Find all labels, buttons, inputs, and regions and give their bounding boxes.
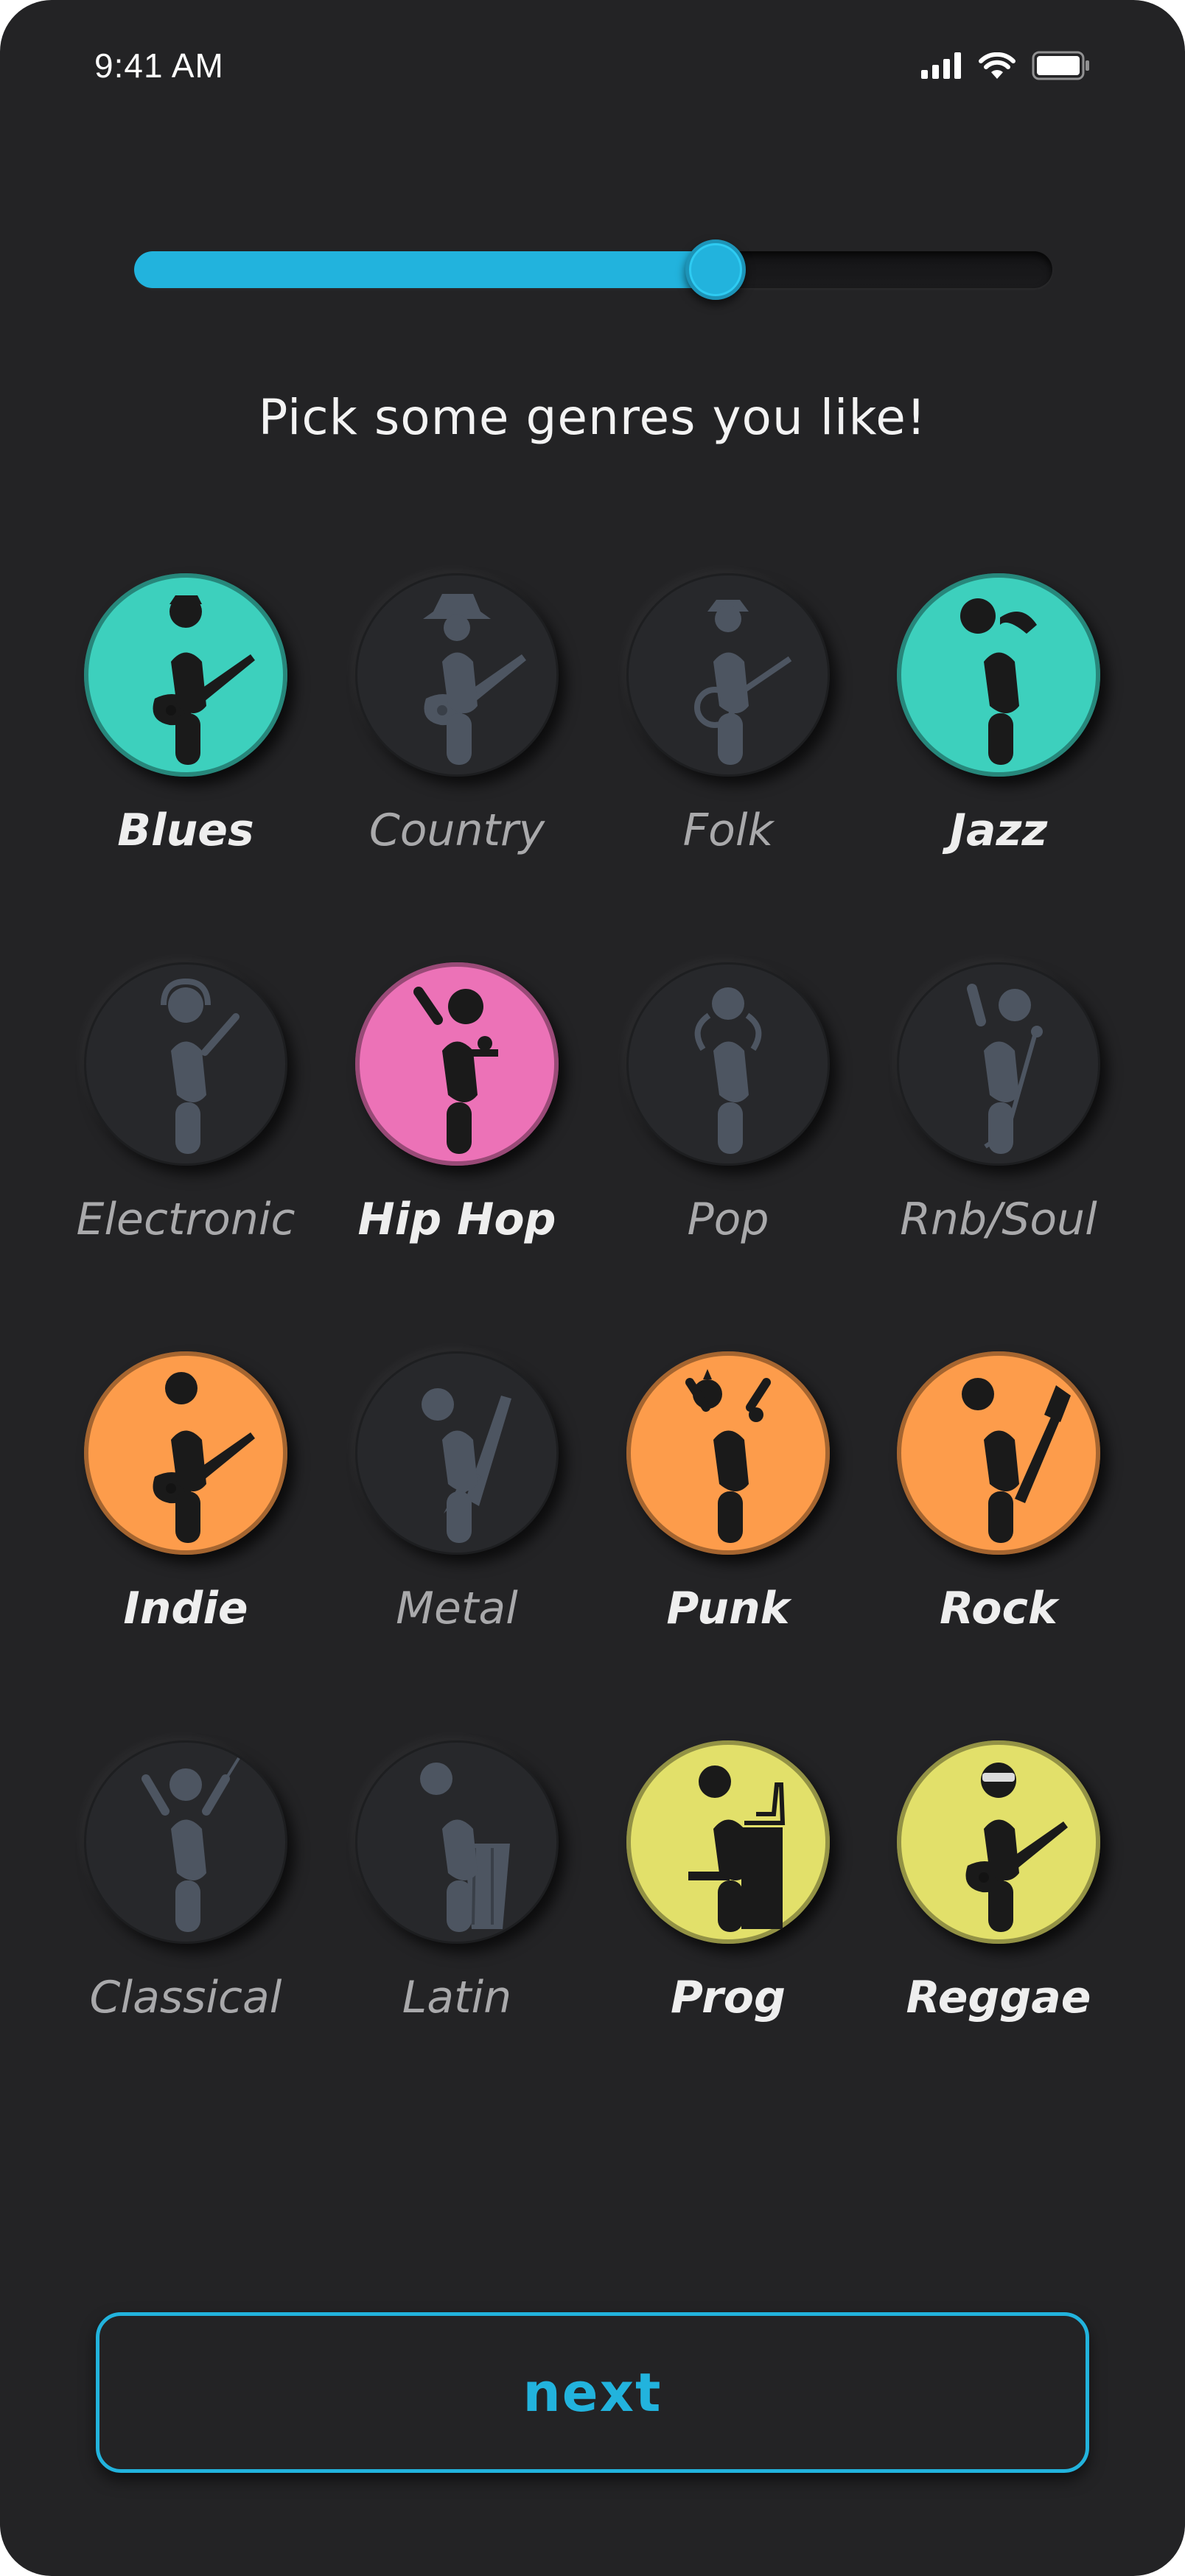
genre-circle[interactable]: [626, 573, 830, 777]
pop-singer-icon: [694, 987, 762, 1154]
genre-label: Punk: [666, 1583, 790, 1634]
genre-country-item[interactable]: Country: [346, 573, 567, 883]
cowboy-guitarist-icon: [423, 594, 526, 765]
genre-circle[interactable]: [355, 573, 559, 777]
banjo-player-icon: [694, 600, 792, 765]
genre-circle[interactable]: [84, 1351, 287, 1555]
genre-metal-item[interactable]: Metal: [346, 1351, 567, 1661]
progress-slider[interactable]: [134, 251, 1052, 288]
genre-prog-item[interactable]: Prog: [618, 1740, 839, 2050]
genre-latin-item[interactable]: Latin: [346, 1740, 567, 2050]
sunglasses-guitarist-icon: [965, 1763, 1068, 1932]
genre-label: Hip Hop: [357, 1194, 556, 1245]
genre-rnb-soul-item[interactable]: Rnb/Soul: [888, 962, 1109, 1272]
genre-circle[interactable]: [355, 962, 559, 1166]
genre-circle[interactable]: [626, 1740, 830, 1944]
genre-blues-item[interactable]: Blues: [75, 573, 296, 883]
genre-jazz-item[interactable]: Jazz: [888, 573, 1109, 883]
genre-electronic-item[interactable]: Electronic: [75, 962, 296, 1272]
genre-punk-item[interactable]: Punk: [618, 1351, 839, 1661]
dj-headphones-icon: [161, 978, 240, 1154]
page-title: Pick some genres you like!: [258, 389, 927, 446]
genre-circle[interactable]: [355, 1740, 559, 1944]
indie-guitarist-icon: [153, 1372, 255, 1543]
wifi-icon: [979, 52, 1016, 79]
genre-circle[interactable]: [626, 1351, 830, 1555]
genre-label: Indie: [123, 1583, 248, 1634]
genre-label: Blues: [117, 805, 254, 856]
guitarist-icon: [153, 595, 255, 765]
progress-fill: [134, 251, 721, 288]
genre-label: Metal: [396, 1583, 518, 1634]
genre-circle[interactable]: [626, 962, 830, 1166]
genre-circle[interactable]: [897, 573, 1100, 777]
genre-label: Country: [368, 805, 545, 856]
genre-label: Pop: [687, 1194, 769, 1245]
genre-circle[interactable]: [897, 1351, 1100, 1555]
genre-label: Classical: [89, 1972, 282, 2023]
genre-label: Reggae: [906, 1972, 1091, 2023]
genre-label: Electronic: [76, 1194, 296, 1245]
rapper-icon: [413, 987, 498, 1154]
next-button[interactable]: next: [96, 2312, 1089, 2473]
genre-label: Jazz: [949, 805, 1048, 856]
genre-pop-item[interactable]: Pop: [618, 962, 839, 1272]
genre-circle[interactable]: [84, 962, 287, 1166]
genre-circle[interactable]: [355, 1351, 559, 1555]
status-icons: [921, 47, 1091, 84]
genre-label: Latin: [402, 1972, 512, 2023]
genre-classical-item[interactable]: Classical: [75, 1740, 296, 2050]
genre-circle[interactable]: [84, 1740, 287, 1944]
genre-folk-item[interactable]: Folk: [618, 573, 839, 883]
genre-label: Rnb/Soul: [900, 1194, 1097, 1245]
saxophonist-icon: [960, 598, 1037, 765]
signal-icon: [921, 52, 961, 79]
rock-guitarist-icon: [962, 1378, 1071, 1543]
genre-reggae-item[interactable]: Reggae: [888, 1740, 1109, 2050]
genre-circle[interactable]: [84, 573, 287, 777]
conductor-icon: [141, 1757, 240, 1932]
genre-label: Rock: [940, 1583, 1058, 1634]
progress-thumb[interactable]: [685, 239, 746, 300]
genre-rock-item[interactable]: Rock: [888, 1351, 1109, 1661]
genre-hip-hop-item[interactable]: Hip Hop: [346, 962, 567, 1272]
conga-player-icon: [420, 1763, 510, 1932]
metal-guitarist-icon: [422, 1388, 511, 1543]
battery-icon: [1032, 51, 1089, 80]
punk-singer-icon: [685, 1369, 771, 1543]
genre-circle[interactable]: [897, 962, 1100, 1166]
genre-indie-item[interactable]: Indie: [75, 1351, 296, 1661]
phone-screen: 9:41 AM Pick some genres you like! Blues…: [0, 0, 1185, 2576]
genre-label: Folk: [682, 805, 774, 856]
keyboardist-icon: [688, 1765, 786, 1932]
genre-circle[interactable]: [897, 1740, 1100, 1944]
status-time: 9:41 AM: [94, 46, 224, 85]
mic-stand-singer-icon: [967, 984, 1043, 1154]
genre-label: Prog: [671, 1972, 786, 2023]
